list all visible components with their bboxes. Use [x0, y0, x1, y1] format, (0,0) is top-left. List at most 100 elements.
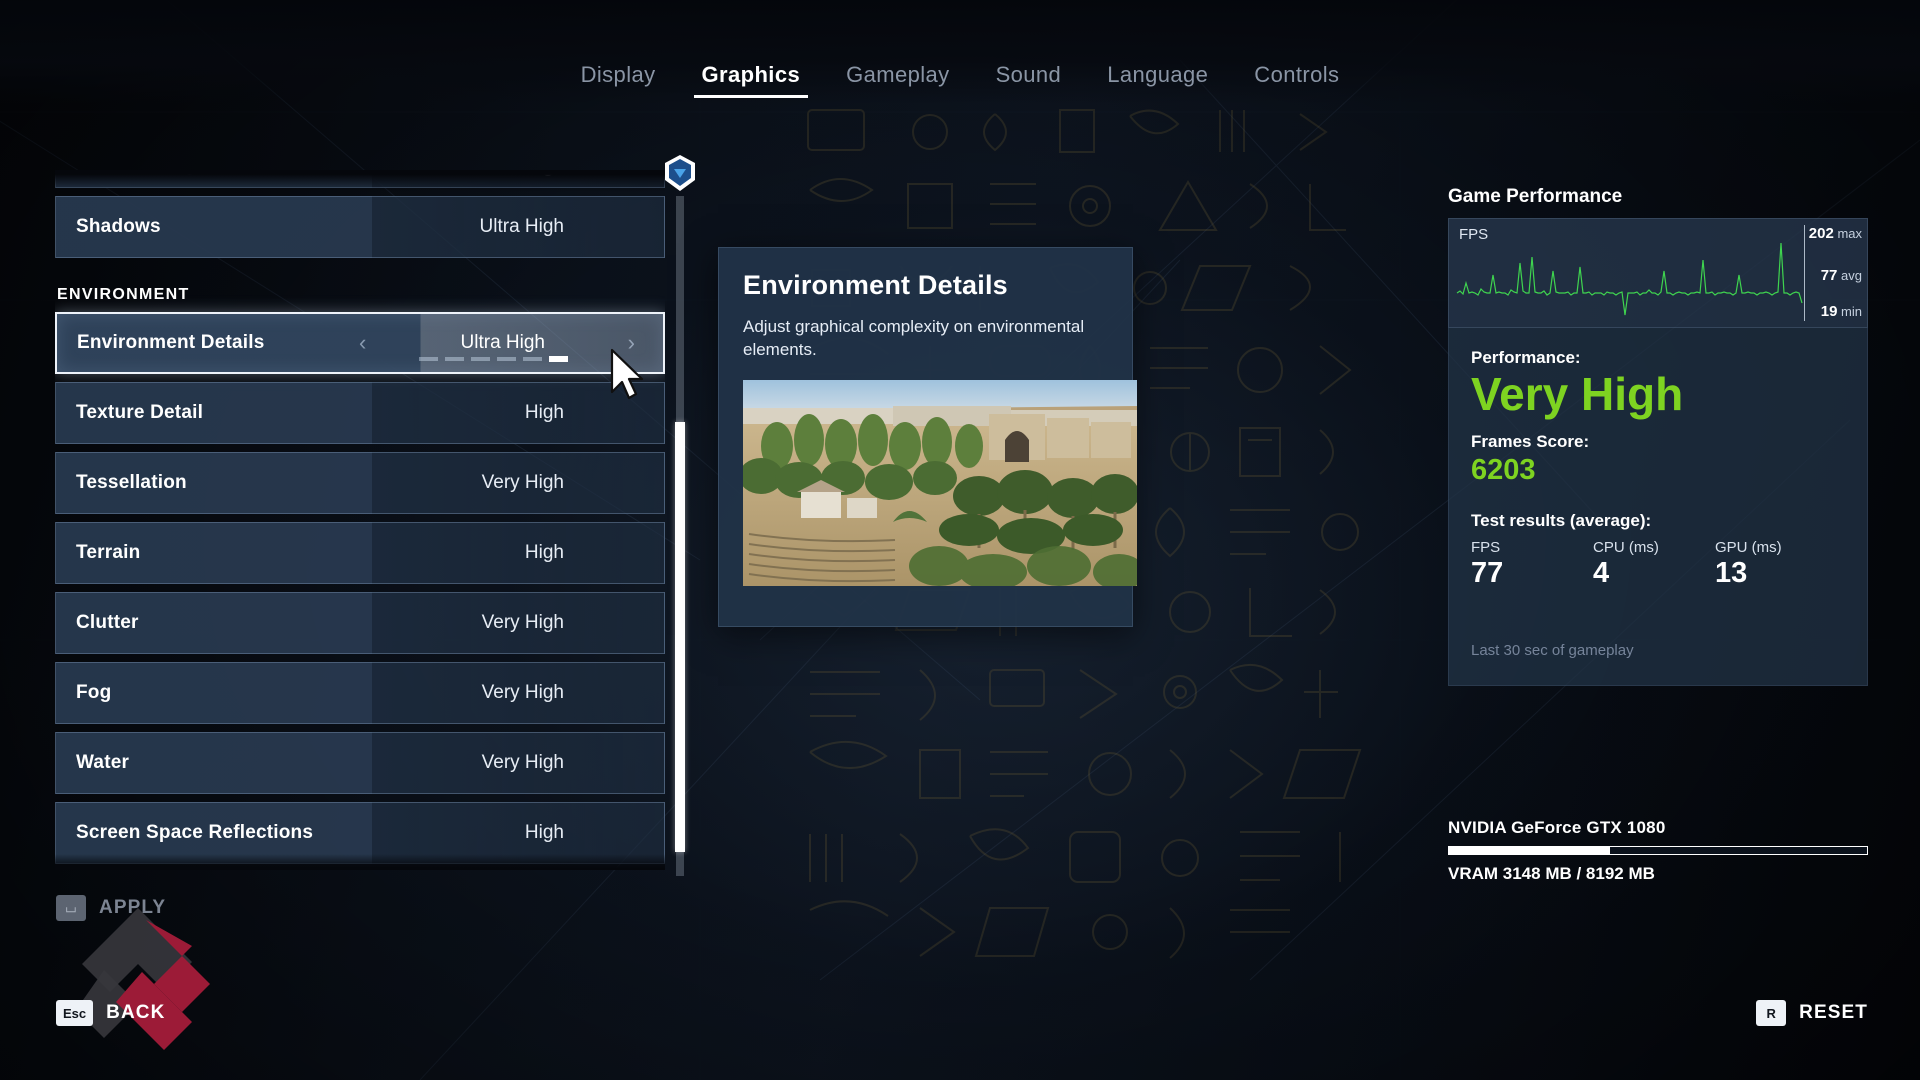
test-result-label: FPS	[1471, 539, 1593, 556]
setting-row-screen-space-reflections[interactable]: Screen Space Reflections High	[55, 802, 665, 864]
setting-label: Tessellation	[76, 472, 187, 494]
performance-rating-caption: Performance:	[1471, 348, 1845, 368]
setting-value: Very High	[482, 612, 564, 634]
setting-label: Anti-Aliasing	[76, 170, 196, 177]
setting-row-water[interactable]: Water Very High	[55, 732, 665, 794]
test-results-grid: FPS 77 CPU (ms) 4 GPU (ms) 13	[1471, 539, 1845, 590]
mouse-cursor-icon	[608, 348, 652, 402]
gpu-info-block: NVIDIA GeForce GTX 1080 VRAM 3148 MB / 8…	[1448, 818, 1868, 884]
setting-value: High	[525, 542, 564, 564]
setting-level-slider[interactable]	[419, 356, 568, 362]
performance-panel-title: Game Performance	[1448, 186, 1868, 208]
test-result-value: 13	[1715, 557, 1837, 590]
scroll-down-indicator-icon	[663, 154, 697, 192]
frames-score-caption: Frames Score:	[1471, 432, 1845, 452]
setting-label: Shadows	[76, 216, 161, 238]
top-bar: Display Graphics Gameplay Sound Language…	[0, 0, 1920, 104]
tab-label: Gameplay	[846, 62, 949, 87]
setting-value: Very High	[482, 472, 564, 494]
slider-segment	[445, 357, 464, 361]
tab-gameplay[interactable]: Gameplay	[838, 62, 957, 98]
setting-value: High	[525, 170, 564, 178]
setting-value: Ultra High	[461, 332, 545, 354]
slider-segment	[471, 357, 490, 361]
tab-bar[interactable]: Display Graphics Gameplay Sound Language…	[0, 62, 1920, 98]
slider-segment-active	[549, 356, 568, 362]
apply-prompt[interactable]: ⌴ APPLY	[56, 895, 166, 921]
setting-value: Very High	[482, 752, 564, 774]
setting-value: High	[525, 822, 564, 844]
back-label: BACK	[106, 1002, 165, 1024]
tab-controls[interactable]: Controls	[1246, 62, 1347, 98]
vram-usage-bar	[1448, 846, 1868, 855]
test-results-caption: Test results (average):	[1471, 511, 1845, 531]
setting-label: Fog	[76, 682, 111, 704]
channel-watermark-logo	[42, 900, 242, 1060]
performance-footnote: Last 30 sec of gameplay	[1471, 642, 1845, 659]
decrease-value-arrow-icon[interactable]: ‹	[359, 332, 366, 354]
gpu-name: NVIDIA GeForce GTX 1080	[1448, 818, 1868, 838]
fps-max-label: 202 max	[1809, 225, 1862, 242]
esc-key-icon: Esc	[56, 1000, 93, 1026]
test-result-label: CPU (ms)	[1593, 539, 1715, 556]
tab-language[interactable]: Language	[1099, 62, 1216, 98]
fps-graph-line	[1453, 223, 1805, 325]
test-result-label: GPU (ms)	[1715, 539, 1837, 556]
setting-row-fog[interactable]: Fog Very High	[55, 662, 665, 724]
setting-label: Screen Space Reflections	[76, 822, 313, 844]
setting-label: Environment Details	[77, 332, 265, 354]
slider-segment	[419, 357, 438, 361]
test-result-cpu: CPU (ms) 4	[1593, 539, 1715, 590]
test-result-value: 4	[1593, 557, 1715, 590]
tooltip-preview-image	[743, 380, 1137, 586]
frames-score-value: 6203	[1471, 454, 1845, 487]
r-key-icon: R	[1756, 1000, 1786, 1026]
tab-label: Sound	[996, 62, 1062, 87]
setting-row-shadows[interactable]: Shadows Ultra High	[55, 196, 665, 258]
test-result-value: 77	[1471, 557, 1593, 590]
setting-value: Very High	[482, 682, 564, 704]
fps-graph: FPS 202 max 77 avg 19 min	[1448, 218, 1868, 328]
vram-usage-fill	[1449, 847, 1610, 854]
apply-label: APPLY	[99, 897, 166, 919]
reset-label: RESET	[1799, 1002, 1868, 1024]
tab-label: Controls	[1254, 62, 1339, 87]
setting-row-tessellation[interactable]: Tessellation Very High	[55, 452, 665, 514]
setting-row-clutter[interactable]: Clutter Very High	[55, 592, 665, 654]
settings-list: Anti-Aliasing High Shadows Ultra High EN…	[55, 170, 665, 870]
test-result-fps: FPS 77	[1471, 539, 1593, 590]
settings-panel: Anti-Aliasing High Shadows Ultra High EN…	[55, 170, 665, 890]
tooltip-title: Environment Details	[743, 270, 1108, 301]
tooltip-description: Adjust graphical complexity on environme…	[743, 315, 1108, 362]
setting-row-environment-details[interactable]: Environment Details ‹ Ultra High ›	[55, 312, 665, 374]
fps-min-label: 19 min	[1821, 303, 1862, 320]
tab-sound[interactable]: Sound	[988, 62, 1070, 98]
setting-label: Texture Detail	[76, 402, 203, 424]
scrollbar-thumb[interactable]	[675, 422, 685, 852]
setting-label: Clutter	[76, 612, 139, 634]
performance-summary: Performance: Very High Frames Score: 620…	[1448, 328, 1868, 686]
spacebar-key-icon: ⌴	[56, 895, 86, 921]
setting-row-anti-aliasing[interactable]: Anti-Aliasing High	[55, 170, 665, 188]
setting-row-terrain[interactable]: Terrain High	[55, 522, 665, 584]
fps-avg-label: 77 avg	[1821, 267, 1862, 284]
setting-label: Terrain	[76, 542, 140, 564]
back-prompt[interactable]: Esc BACK	[56, 1000, 165, 1026]
game-performance-panel: Game Performance FPS 202 max 77 avg 19 m…	[1448, 186, 1868, 686]
slider-segment	[523, 357, 542, 361]
tab-graphics[interactable]: Graphics	[694, 62, 809, 98]
performance-rating-value: Very High	[1471, 370, 1845, 418]
fps-graph-axis	[1804, 225, 1805, 321]
setting-value: High	[525, 402, 564, 424]
reset-prompt[interactable]: R RESET	[1756, 1000, 1868, 1026]
setting-label: Water	[76, 752, 129, 774]
vram-usage-text: VRAM 3148 MB / 8192 MB	[1448, 864, 1868, 884]
tab-display[interactable]: Display	[573, 62, 664, 98]
settings-scrollbar[interactable]	[676, 196, 684, 876]
setting-value: Ultra High	[480, 216, 564, 238]
tab-label: Display	[581, 62, 656, 87]
setting-row-texture-detail[interactable]: Texture Detail High	[55, 382, 665, 444]
tab-label: Graphics	[702, 62, 801, 87]
settings-group-heading: ENVIRONMENT	[55, 266, 665, 312]
slider-segment	[497, 357, 516, 361]
